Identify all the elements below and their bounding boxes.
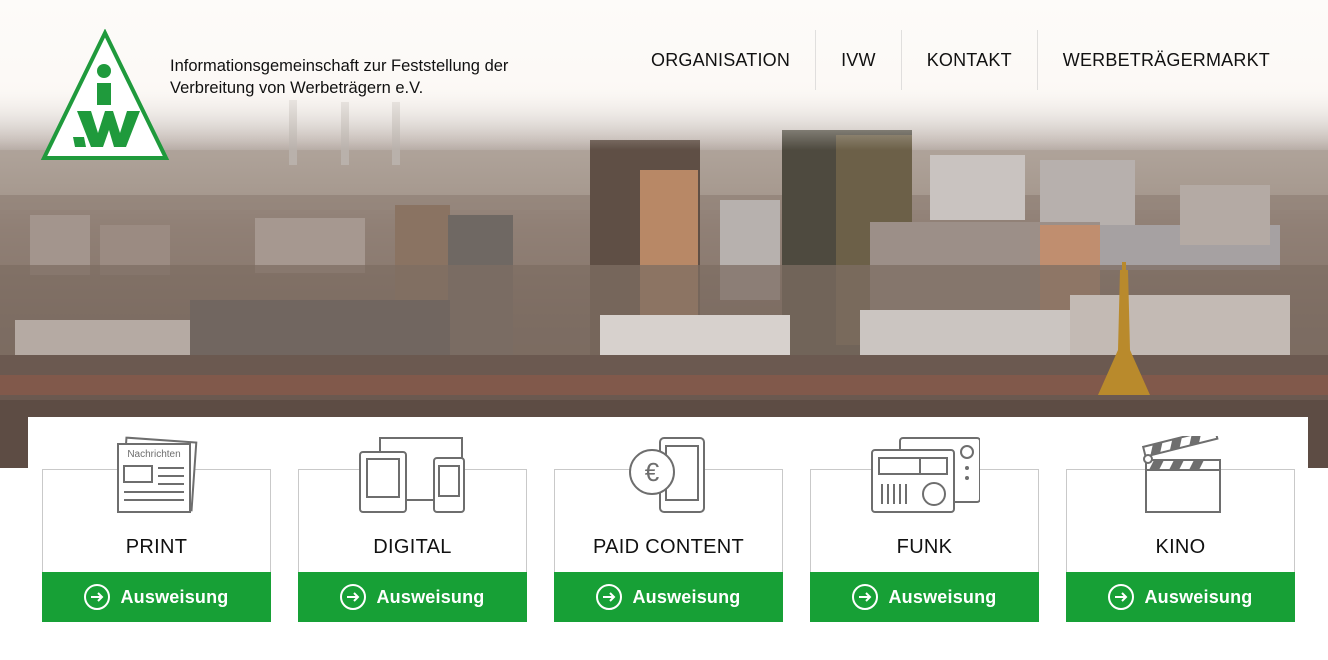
card-title-funk: FUNK [896, 536, 953, 558]
card-paid-content: € PAID CONTENT Ausweisung [554, 437, 783, 622]
ausweisung-label: Ausweisung [632, 586, 741, 607]
nav-item-kontakt[interactable]: KONTAKT [902, 30, 1038, 90]
tagline-line-1: Informationsgemeinschaft zur Feststellun… [170, 57, 509, 75]
arrow-circle-icon [340, 584, 367, 610]
ausweisung-label: Ausweisung [120, 586, 229, 607]
card-title-print: PRINT [125, 536, 188, 558]
card-title-kino: KINO [1155, 536, 1206, 558]
arrow-circle-icon [84, 584, 111, 610]
ivw-logo[interactable] [40, 28, 170, 163]
nav-item-werbetraegermarkt[interactable]: WERBETRÄGERMARKT [1038, 30, 1290, 90]
card-kino: KINO Ausweisung [1066, 436, 1295, 622]
card-print: Nachrichten PRINT Ausweisung [42, 436, 271, 622]
arrow-circle-icon [852, 584, 879, 610]
arrow-circle-icon [596, 584, 623, 610]
card-digital: DIGITAL Ausweisung [298, 437, 527, 622]
nav-item-ivw[interactable]: IVW [816, 30, 902, 90]
ausweisung-label: Ausweisung [1144, 586, 1253, 607]
organisation-tagline: Informationsgemeinschaft zur Feststellun… [170, 55, 550, 99]
clapperboard-icon [1141, 436, 1221, 513]
card-title-paid-content: PAID CONTENT [592, 536, 744, 558]
nav-item-organisation[interactable]: ORGANISATION [626, 30, 817, 90]
newspaper-icon-text: Nachrichten [127, 449, 180, 460]
ivw-logo-icon [40, 28, 170, 160]
radio-icon [870, 437, 980, 513]
ausweisung-button-kino[interactable]: Ausweisung [1066, 572, 1295, 622]
euro-symbol: € [644, 457, 659, 487]
card-funk: FUNK Ausweisung [810, 437, 1039, 622]
ausweisung-label: Ausweisung [888, 586, 997, 607]
ausweisung-button-digital[interactable]: Ausweisung [298, 572, 527, 622]
newspaper-icon: Nachrichten [116, 436, 197, 513]
arrow-circle-icon [1108, 584, 1135, 610]
tagline-line-2: Verbreitung von Werbeträgern e.V. [170, 79, 424, 97]
ausweisung-button-funk[interactable]: Ausweisung [810, 572, 1039, 622]
devices-icon [358, 437, 465, 513]
ausweisung-button-print[interactable]: Ausweisung [42, 572, 271, 622]
euro-phone-icon: € [628, 437, 705, 513]
card-title-digital: DIGITAL [373, 536, 452, 558]
main-navigation: ORGANISATION IVW KONTAKT WERBETRÄGERMARK… [626, 30, 1290, 90]
ausweisung-button-paid-content[interactable]: Ausweisung [554, 572, 783, 622]
ausweisung-label: Ausweisung [376, 586, 485, 607]
